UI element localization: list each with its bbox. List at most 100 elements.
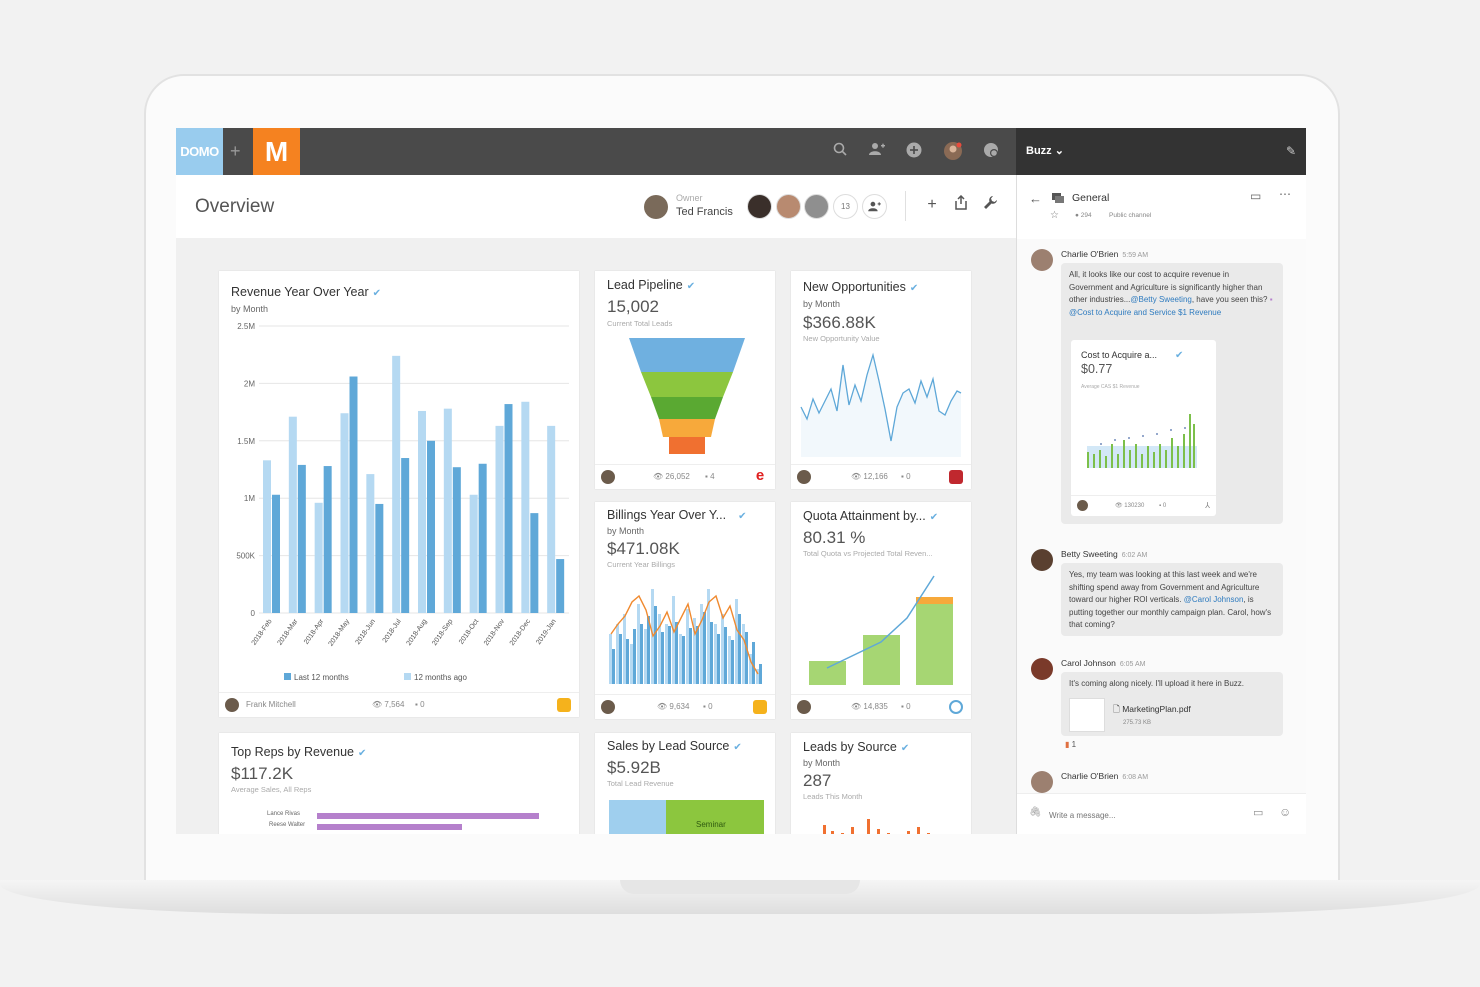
billings-bar-line-chart[interactable]: [595, 574, 775, 694]
card-billings-yoy[interactable]: Billings Year Over Y... ✔ by Month $471.0…: [595, 502, 775, 719]
bar[interactable]: [401, 458, 410, 613]
bar[interactable]: [340, 413, 349, 613]
mention-link[interactable]: @Cost to Acquire and Service $1 Revenue: [1069, 308, 1221, 317]
bar[interactable]: [478, 463, 487, 613]
file-attachment[interactable]: 🗋 MarketingPlan.pdf: [1113, 703, 1191, 716]
member-avatar[interactable]: [776, 194, 801, 219]
card-top-reps[interactable]: Top Reps by Revenue ✔ $117.2K Average Sal…: [219, 733, 579, 834]
bar[interactable]: [323, 466, 332, 613]
mention-link[interactable]: @Betty Sweeting: [1130, 295, 1191, 304]
mention-link[interactable]: @Carol Johnson: [1184, 595, 1244, 604]
compose-icon[interactable]: ✎: [1286, 128, 1296, 175]
user-avatar[interactable]: [943, 142, 963, 162]
share-icon[interactable]: [951, 194, 971, 215]
bar[interactable]: [375, 503, 384, 613]
domo-logo[interactable]: DOMO: [176, 128, 223, 175]
bar[interactable]: [272, 494, 280, 613]
bar[interactable]: [427, 440, 435, 613]
footer-owner-name: Frank Mitchell: [246, 700, 296, 709]
bar[interactable]: [530, 513, 539, 613]
channel-name[interactable]: General: [1072, 192, 1109, 204]
buzz-icon[interactable]: [981, 142, 1001, 162]
treemap-tile[interactable]: [609, 800, 666, 834]
bar[interactable]: [297, 464, 306, 613]
funnel-chart[interactable]: [595, 334, 775, 464]
card-lead-pipeline[interactable]: Lead Pipeline ✔ 15,002 Current Total Lead…: [595, 271, 775, 489]
card-title[interactable]: Quota Attainment by...: [803, 509, 926, 523]
bar[interactable]: [366, 474, 375, 613]
rep-bar[interactable]: [317, 824, 462, 830]
back-arrow-icon[interactable]: ←: [1029, 191, 1042, 206]
buzz-menu[interactable]: Buzz ⌄: [1026, 128, 1064, 175]
card-title[interactable]: Billings Year Over Y...: [607, 508, 726, 522]
owner-avatar[interactable]: [797, 470, 811, 484]
card-title[interactable]: Revenue Year Over Year: [231, 285, 369, 299]
add-person-icon[interactable]: [867, 142, 887, 162]
embedded-card[interactable]: Cost to Acquire a... ✔ $0.77 Average CAS …: [1071, 340, 1216, 516]
bar[interactable]: [349, 376, 358, 613]
threads-icon[interactable]: ▭: [1250, 189, 1261, 203]
owner-avatar[interactable]: [797, 700, 811, 714]
add-member-button[interactable]: [862, 194, 887, 219]
card-leads-by-source[interactable]: Leads by Source ✔ by Month 287 Leads This…: [791, 733, 971, 834]
owner-avatar[interactable]: [601, 470, 615, 484]
avatar[interactable]: [1031, 549, 1053, 571]
message-list[interactable]: Charlie O'Brien 5:59 AM All, it looks lik…: [1017, 239, 1306, 794]
avatar[interactable]: [1031, 771, 1053, 793]
card-title[interactable]: Leads by Source: [803, 740, 897, 754]
quota-combo-chart[interactable]: [791, 562, 971, 692]
owner-avatar[interactable]: [644, 195, 668, 219]
bar[interactable]: [521, 401, 530, 613]
bar[interactable]: [443, 408, 452, 613]
card-revenue-yoy[interactable]: Revenue Year Over Year ✔ by Month 0 500K 1M…: [219, 271, 579, 717]
bar[interactable]: [504, 404, 513, 613]
card-new-opportunities[interactable]: New Opportunities ✔ by Month $366.88K New…: [791, 271, 971, 489]
star-icon[interactable]: ☆: [1050, 210, 1059, 221]
emoji-icon[interactable]: ☺: [1279, 805, 1291, 819]
card-title[interactable]: New Opportunities: [803, 280, 906, 294]
file-thumbnail[interactable]: [1069, 698, 1105, 732]
bar[interactable]: [469, 494, 478, 613]
wrench-icon[interactable]: [980, 195, 1000, 215]
card-sales-lead-source[interactable]: Sales by Lead Source ✔ $5.92B Total Lead …: [595, 733, 775, 834]
attachment-icon[interactable]: 🖇: [1029, 807, 1042, 818]
bar[interactable]: [314, 502, 323, 613]
card-title[interactable]: Sales by Lead Source: [607, 739, 729, 753]
bar[interactable]: [495, 425, 504, 613]
card-footer: Frank Mitchell 👁 7,564 ▪ 0: [219, 692, 579, 717]
treemap-tile[interactable]: Seminar: [666, 800, 764, 834]
search-icon[interactable]: [830, 142, 850, 162]
message-input[interactable]: [1047, 804, 1241, 826]
card-title[interactable]: Top Reps by Revenue: [231, 745, 354, 759]
bar[interactable]: [452, 467, 461, 613]
revenue-bar-chart[interactable]: 0 500K 1M 1.5M 2M 2.5M 2018-Feb 2018-Mar 2018-Ap…: [219, 316, 579, 711]
x-tick-label: 2018-Oct: [458, 618, 480, 646]
add-card-icon[interactable]: +: [922, 195, 942, 215]
card-picker-icon[interactable]: ▭: [1253, 806, 1263, 819]
share-icon[interactable]: ⅄: [1205, 496, 1210, 516]
bar[interactable]: [418, 410, 426, 613]
avatar[interactable]: [1031, 249, 1053, 271]
card-title[interactable]: Lead Pipeline: [607, 278, 683, 292]
more-options-icon[interactable]: ⋯: [1279, 187, 1291, 201]
plus-circle-icon[interactable]: [904, 142, 924, 162]
owner-avatar[interactable]: [601, 700, 615, 714]
avatar[interactable]: [1031, 658, 1053, 680]
card-quota-attainment[interactable]: Quota Attainment by... ✔ 80.31 % Total Qu…: [791, 502, 971, 719]
line-chart[interactable]: [791, 349, 971, 459]
owner-avatar[interactable]: [225, 698, 239, 712]
rep-bar[interactable]: [317, 813, 539, 819]
bar[interactable]: [263, 460, 271, 613]
owner-avatar[interactable]: [1077, 500, 1088, 511]
reaction-badge[interactable]: ▮ 1: [1065, 740, 1076, 749]
bar[interactable]: [288, 416, 297, 613]
member-count-badge[interactable]: 13: [833, 194, 858, 219]
member-avatar[interactable]: [804, 194, 829, 219]
leads-bar-chart[interactable]: [791, 813, 971, 834]
owner-name[interactable]: Ted Francis: [676, 206, 733, 218]
bar[interactable]: [392, 355, 401, 613]
app-logo[interactable]: M: [253, 128, 300, 175]
member-avatar[interactable]: [747, 194, 772, 219]
bar[interactable]: [556, 559, 565, 613]
bar[interactable]: [547, 425, 556, 613]
